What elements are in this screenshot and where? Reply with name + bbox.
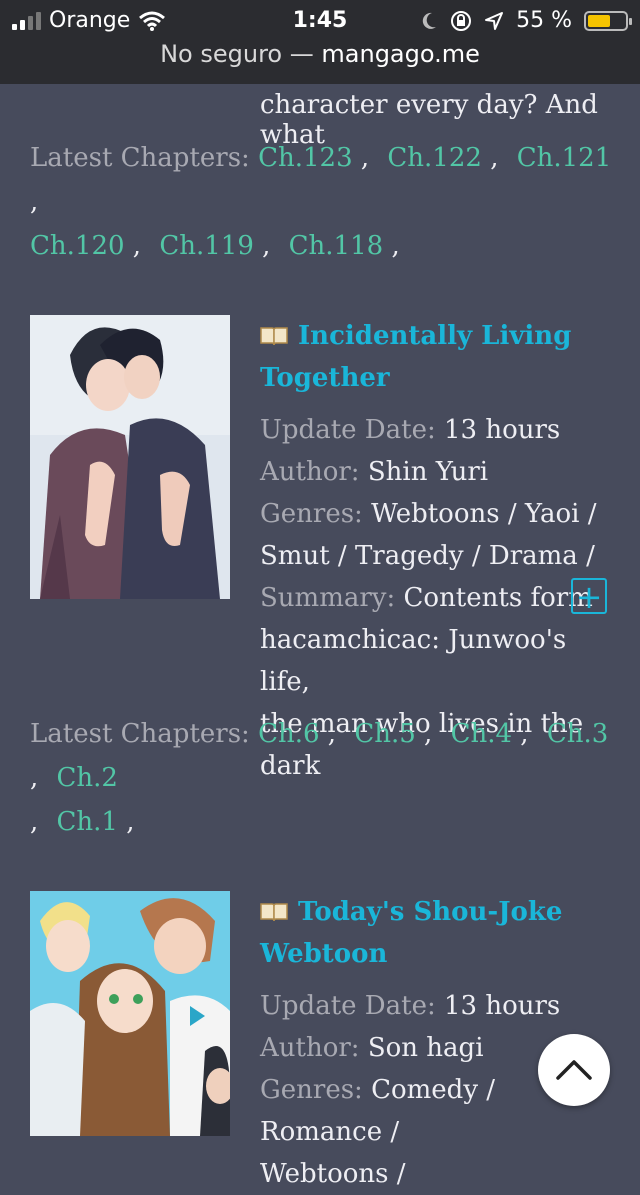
chapter-link[interactable]: Ch.120 (30, 231, 125, 261)
chapter-link[interactable]: Ch.121 (517, 143, 612, 173)
manga-title[interactable]: Today's Shou-Joke Webtoon (260, 891, 610, 975)
battery-percent: 55 % (516, 8, 572, 33)
location-icon (485, 11, 504, 30)
author: Author: Shin Yuri (260, 457, 489, 487)
url-separator: — (289, 40, 314, 68)
update-date: Update Date: 13 hours (260, 991, 561, 1021)
latest-chapters-label: Latest Chapters: (30, 719, 250, 749)
latest-chapters: Latest Chapters: Ch.6 , Ch.5 , Ch.4 , Ch… (30, 719, 609, 837)
chapter-link[interactable]: Ch.3 (547, 719, 608, 749)
expand-summary-button[interactable]: + (571, 578, 607, 614)
genres: Genres: Webtoons / Yaoi / Smut / Tragedy… (260, 499, 597, 571)
battery-icon (584, 10, 632, 31)
moon-icon (422, 12, 437, 29)
status-bar: Orange 1:45 55 % (0, 6, 640, 36)
chapter-link[interactable]: Ch.119 (159, 231, 254, 261)
url-host: mangago.me (321, 40, 480, 68)
chevron-up-icon (556, 1060, 592, 1080)
scroll-to-top-button[interactable] (538, 1034, 610, 1106)
chapter-link[interactable]: Ch.6 (258, 719, 319, 749)
chapter-link[interactable]: Ch.123 (258, 143, 353, 173)
latest-chapters-label: Latest Chapters: (30, 143, 250, 173)
manga-cover-image[interactable] (30, 315, 230, 599)
chapter-link[interactable]: Ch.118 (289, 231, 384, 261)
browser-topbar: Orange 1:45 55 % No seguro — mangago.me (0, 0, 640, 84)
chapter-link[interactable]: Ch.122 (387, 143, 482, 173)
update-date: Update Date: 13 hours (260, 415, 561, 445)
rotation-lock-icon (451, 10, 472, 31)
chapter-link[interactable]: Ch.1 (57, 807, 118, 837)
url-bar[interactable]: No seguro — mangago.me (0, 40, 640, 68)
book-icon (260, 327, 288, 346)
security-label: No seguro (160, 40, 283, 68)
prev-latest-chapters: Latest Chapters: Ch.123 , Ch.122 , Ch.12… (30, 143, 612, 261)
chapter-link[interactable]: Ch.5 (354, 719, 415, 749)
chapter-link[interactable]: Ch.2 (57, 763, 118, 793)
manga-cover-image[interactable] (30, 891, 230, 1136)
manga-title[interactable]: Incidentally Living Together (260, 315, 610, 399)
chapter-link[interactable]: Ch.4 (451, 719, 512, 749)
book-icon (260, 903, 288, 922)
